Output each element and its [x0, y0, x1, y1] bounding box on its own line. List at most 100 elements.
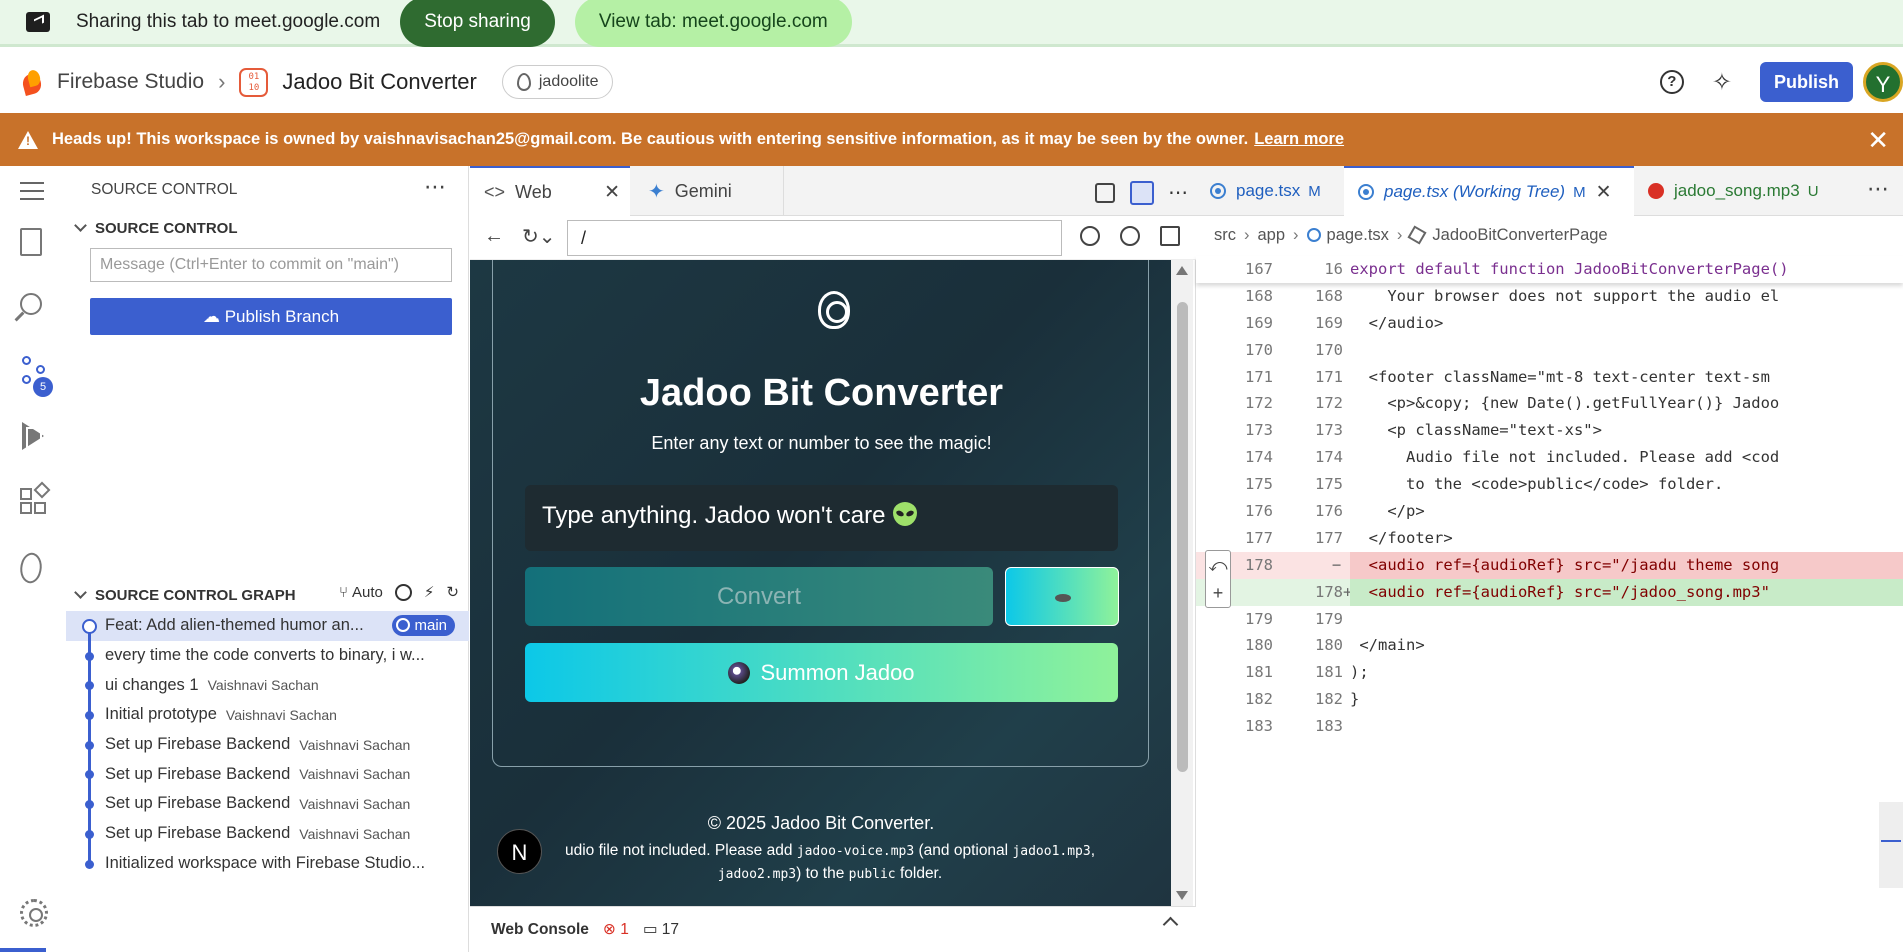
split-view-icon[interactable]	[1095, 182, 1115, 203]
code-text: <p>&copy; {new Date().getFullYear()} Jad…	[1350, 394, 1780, 413]
code-text: to the <code>public</code> folder.	[1350, 475, 1724, 494]
chevron-up-icon[interactable]	[1162, 916, 1179, 933]
convert-button[interactable]: Convert	[525, 567, 993, 626]
workspace-chip[interactable]: jadoolite	[501, 65, 614, 99]
code-line[interactable]: 178 + <audio ref={audioRef} src="/jadoo_s…	[1196, 578, 1903, 606]
code-line[interactable]: 176 176 </p>	[1196, 498, 1903, 525]
refresh-icon[interactable]: ↻	[446, 583, 459, 601]
tab-web[interactable]: <> Web ✕	[470, 166, 630, 216]
ufo-button[interactable]	[1005, 567, 1119, 626]
explorer-icon[interactable]	[20, 228, 42, 256]
learn-more-link[interactable]: Learn more	[1254, 130, 1344, 149]
more-actions-icon[interactable]: ⋯	[424, 174, 446, 200]
close-icon[interactable]: ✕	[604, 181, 620, 204]
tab-jadoo-song[interactable]: jadoo_song.mp3 U	[1634, 166, 1854, 216]
branch-filter-icon[interactable]: ⑂	[339, 584, 348, 601]
auto-label[interactable]: Auto	[352, 584, 383, 601]
help-icon[interactable]: ?	[1659, 70, 1684, 94]
code-line[interactable]: 173 173 <p className="text-xs">	[1196, 417, 1903, 444]
list-item[interactable]: Initialized workspace with Firebase Stud…	[66, 848, 469, 879]
publish-branch-button[interactable]: ☁ Publish Branch	[90, 298, 452, 335]
menu-icon[interactable]	[20, 182, 50, 202]
url-input[interactable]: /	[567, 220, 1062, 256]
code-line[interactable]: 168 168 Your browser does not support the…	[1196, 283, 1903, 310]
code-line[interactable]: 179 179	[1196, 606, 1903, 633]
code-line[interactable]: 175 175 to the <code>public</code> folder…	[1196, 471, 1903, 498]
list-item[interactable]: Initial prototype Vaishnavi Sachan	[66, 700, 469, 730]
breadcrumb-file[interactable]: page.tsx	[1327, 226, 1389, 245]
project-name[interactable]: Jadoo Bit Converter	[282, 69, 476, 95]
code-line[interactable]: 169 169 </audio>	[1196, 310, 1903, 337]
reload-icon[interactable]: ↻⌄	[522, 224, 556, 249]
list-item[interactable]: every time the code converts to binary, …	[66, 640, 469, 671]
list-item[interactable]: ui changes 1 Vaishnavi Sachan	[66, 670, 469, 701]
text-input[interactable]: Type anything. Jadoo won't care	[525, 485, 1118, 551]
web-console-bar[interactable]: Web Console ⊗ 1 ▭ 17	[470, 906, 1196, 952]
preview-tab-bar: <> Web ✕ ✦ Gemini ⋯	[470, 166, 1196, 216]
stop-sharing-button[interactable]: Stop sharing	[400, 0, 555, 47]
source-control-section-header[interactable]: SOURCE CONTROL	[72, 220, 238, 237]
preview-scrollbar[interactable]	[1171, 260, 1193, 906]
code-line[interactable]: 182 182}	[1196, 686, 1903, 713]
target-icon[interactable]	[394, 583, 412, 601]
code-line[interactable]: 177 177 </footer>	[1196, 525, 1903, 552]
list-item[interactable]: Set up Firebase Backend Vaishnavi Sachan	[66, 759, 469, 790]
publish-button[interactable]: Publish	[1759, 62, 1853, 102]
settings-gear-icon[interactable]	[20, 899, 48, 927]
code-line[interactable]: 171 171 <footer className="mt-8 text-cent…	[1196, 364, 1903, 391]
search-icon[interactable]	[20, 293, 42, 315]
overview-ruler	[1879, 802, 1903, 888]
code-line[interactable]: 174 174 Audio file not included. Please a…	[1196, 444, 1903, 471]
list-item[interactable]: Set up Firebase Backend Vaishnavi Sachan	[66, 729, 469, 760]
error-count[interactable]: ⊗ 1	[603, 920, 629, 939]
nextjs-dev-badge[interactable]: N	[497, 829, 542, 874]
revert-change-buttons[interactable]: ⤺ +	[1205, 550, 1231, 608]
tab-gemini[interactable]: ✦ Gemini	[632, 166, 784, 216]
magic-wand-icon[interactable]: ✧	[1712, 68, 1732, 97]
tab-page-tsx[interactable]: page.tsx M	[1196, 166, 1344, 216]
breadcrumb-src[interactable]: src	[1214, 226, 1236, 245]
fetch-icon[interactable]: ⚡	[424, 583, 435, 601]
code-text: }	[1350, 690, 1360, 709]
list-item[interactable]: Feat: Add alien-themed humor an... main	[66, 611, 469, 641]
breadcrumb-symbol[interactable]: JadooBitConverterPage	[1432, 226, 1607, 245]
more-actions-icon[interactable]: ⋯	[1867, 176, 1889, 202]
commit-author: Vaishnavi Sachan	[299, 736, 411, 753]
list-item[interactable]: Set up Firebase Backend Vaishnavi Sachan	[66, 789, 469, 819]
message-count[interactable]: ▭ 17	[643, 920, 679, 939]
code-line[interactable]: 167 16 export default function JadooBitCon…	[1196, 256, 1903, 283]
brand-name[interactable]: Firebase Studio	[57, 70, 204, 94]
list-item[interactable]: Set up Firebase Backend Vaishnavi Sachan	[66, 818, 469, 849]
diff-view[interactable]: 167 16 export default function JadooBitCon…	[1196, 256, 1903, 740]
run-debug-icon[interactable]	[22, 422, 44, 450]
graph-section-header[interactable]: SOURCE CONTROL GRAPH ⑂ Auto ⚡ ↻	[66, 583, 469, 613]
code-line[interactable]: 183 183	[1196, 713, 1903, 740]
summon-jadoo-button[interactable]: Summon Jadoo	[525, 643, 1118, 702]
more-actions-icon[interactable]: ⋯	[1168, 180, 1188, 205]
avatar[interactable]: Y	[1863, 62, 1903, 102]
react-icon	[1358, 184, 1374, 200]
scroll-thumb	[1177, 302, 1188, 772]
commit-author: Vaishnavi Sachan	[225, 706, 337, 723]
view-tab-button[interactable]: View tab: meet.google.com	[574, 0, 852, 47]
back-arrow-icon[interactable]: ←	[484, 225, 504, 248]
commit-message-input[interactable]: Message (Ctrl+Enter to commit on "main")	[90, 248, 452, 282]
flame-outline-icon	[516, 73, 531, 91]
code-line[interactable]: 181 181);	[1196, 659, 1903, 686]
tab-page-tsx-working-tree[interactable]: page.tsx (Working Tree) M ✕	[1344, 166, 1634, 216]
footer-copyright: © 2025 Jadoo Bit Converter.	[707, 813, 935, 833]
code-line[interactable]: 170 170	[1196, 337, 1903, 364]
panel-title: SOURCE CONTROL	[91, 181, 238, 198]
code-line[interactable]: 178− <audio ref={audioRef} src="/jaadu t…	[1196, 551, 1903, 579]
link-icon[interactable]	[1120, 226, 1140, 246]
close-icon[interactable]: ✕	[1596, 181, 1612, 204]
open-external-icon[interactable]	[1160, 226, 1180, 246]
breadcrumb-app[interactable]: app	[1258, 226, 1286, 245]
code-line[interactable]: 180 180 </main>	[1196, 632, 1903, 659]
firebase-icon[interactable]	[15, 550, 47, 586]
code-line[interactable]: 172 172 <p>&copy; {new Date().getFullYear…	[1196, 390, 1903, 417]
close-icon[interactable]: ✕	[1867, 125, 1889, 156]
extensions-icon[interactable]	[20, 481, 51, 518]
lock-icon[interactable]	[1130, 180, 1154, 205]
performance-gauge-icon[interactable]	[1080, 226, 1100, 246]
